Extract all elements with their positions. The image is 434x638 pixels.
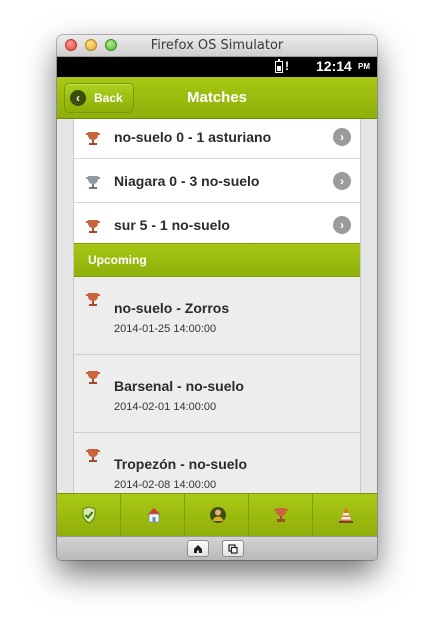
upcoming-match[interactable]: Tropezón - no-suelo 2014-02-08 14:00:00 [74, 433, 360, 493]
trophy-bronze-icon [85, 130, 101, 151]
matches-content[interactable]: no-suelo 0 - 1 asturiano › Niagara 0 - 3… [57, 119, 377, 493]
page-title: Matches [186, 89, 248, 106]
sim-rotate-button[interactable] [222, 540, 244, 557]
chevron-right-icon: › [333, 216, 351, 234]
trophy-bronze-icon [85, 447, 101, 468]
window-title: Firefox OS Simulator [150, 38, 284, 53]
trophy-bronze-icon [85, 369, 101, 390]
match-label: sur 5 - 1 no-suelo [114, 217, 230, 233]
shield-check-icon [81, 506, 97, 529]
chevron-right-icon: › [333, 128, 351, 146]
tab-player[interactable] [185, 494, 249, 536]
tab-cone[interactable] [313, 494, 377, 536]
list-item[interactable]: sur 5 - 1 no-suelo › [74, 203, 360, 247]
list-item[interactable]: Niagara 0 - 3 no-suelo › [74, 159, 360, 203]
chevron-right-icon: › [333, 172, 351, 190]
tab-home[interactable] [121, 494, 185, 536]
status-clock: 12:14 [316, 58, 352, 74]
trophy-bronze-icon [85, 291, 101, 312]
battery-icon [275, 59, 283, 73]
matches-list: no-suelo 0 - 1 asturiano › Niagara 0 - 3… [73, 119, 361, 493]
cone-icon [337, 506, 355, 529]
rotate-screen-icon [228, 544, 238, 554]
sim-home-button[interactable] [187, 540, 209, 557]
match-label: no-suelo 0 - 1 asturiano [114, 129, 272, 145]
simulator-window: Firefox OS Simulator ! 12:14 PM ‹ Back M… [57, 35, 377, 560]
upcoming-match[interactable]: no-suelo - Zorros 2014-01-25 14:00:00 [74, 277, 360, 355]
home-icon [194, 545, 202, 553]
device-statusbar: ! 12:14 PM [57, 57, 377, 77]
match-label: Niagara 0 - 3 no-suelo [114, 173, 260, 189]
status-ampm: PM [358, 62, 370, 71]
match-date: 2014-02-08 14:00:00 [114, 479, 217, 491]
match-label: no-suelo - Zorros [114, 300, 230, 316]
list-item[interactable]: no-suelo 0 - 1 asturiano › [74, 119, 360, 159]
bottom-tabbar [57, 493, 377, 536]
app-header: ‹ Back Matches [57, 77, 377, 119]
match-date: 2014-02-01 14:00:00 [114, 401, 217, 413]
trophy-bronze-icon [85, 218, 101, 239]
tab-trophy[interactable] [249, 494, 313, 536]
window-titlebar: Firefox OS Simulator [57, 35, 377, 57]
upcoming-heading: Upcoming [74, 243, 360, 277]
battery-warning: ! [285, 59, 289, 73]
match-date: 2014-01-25 14:00:00 [114, 323, 217, 335]
upcoming-match[interactable]: Barsenal - no-suelo 2014-02-01 14:00:00 [74, 355, 360, 433]
home-icon [145, 506, 163, 529]
match-label: Barsenal - no-suelo [114, 378, 244, 394]
trophy-silver-icon [85, 174, 101, 195]
upcoming-heading-label: Upcoming [88, 253, 147, 267]
trophy-icon [273, 506, 289, 529]
match-label: Tropezón - no-suelo [114, 456, 247, 472]
simulator-controls [57, 536, 377, 560]
tab-shield[interactable] [57, 494, 121, 536]
player-icon [209, 506, 227, 529]
